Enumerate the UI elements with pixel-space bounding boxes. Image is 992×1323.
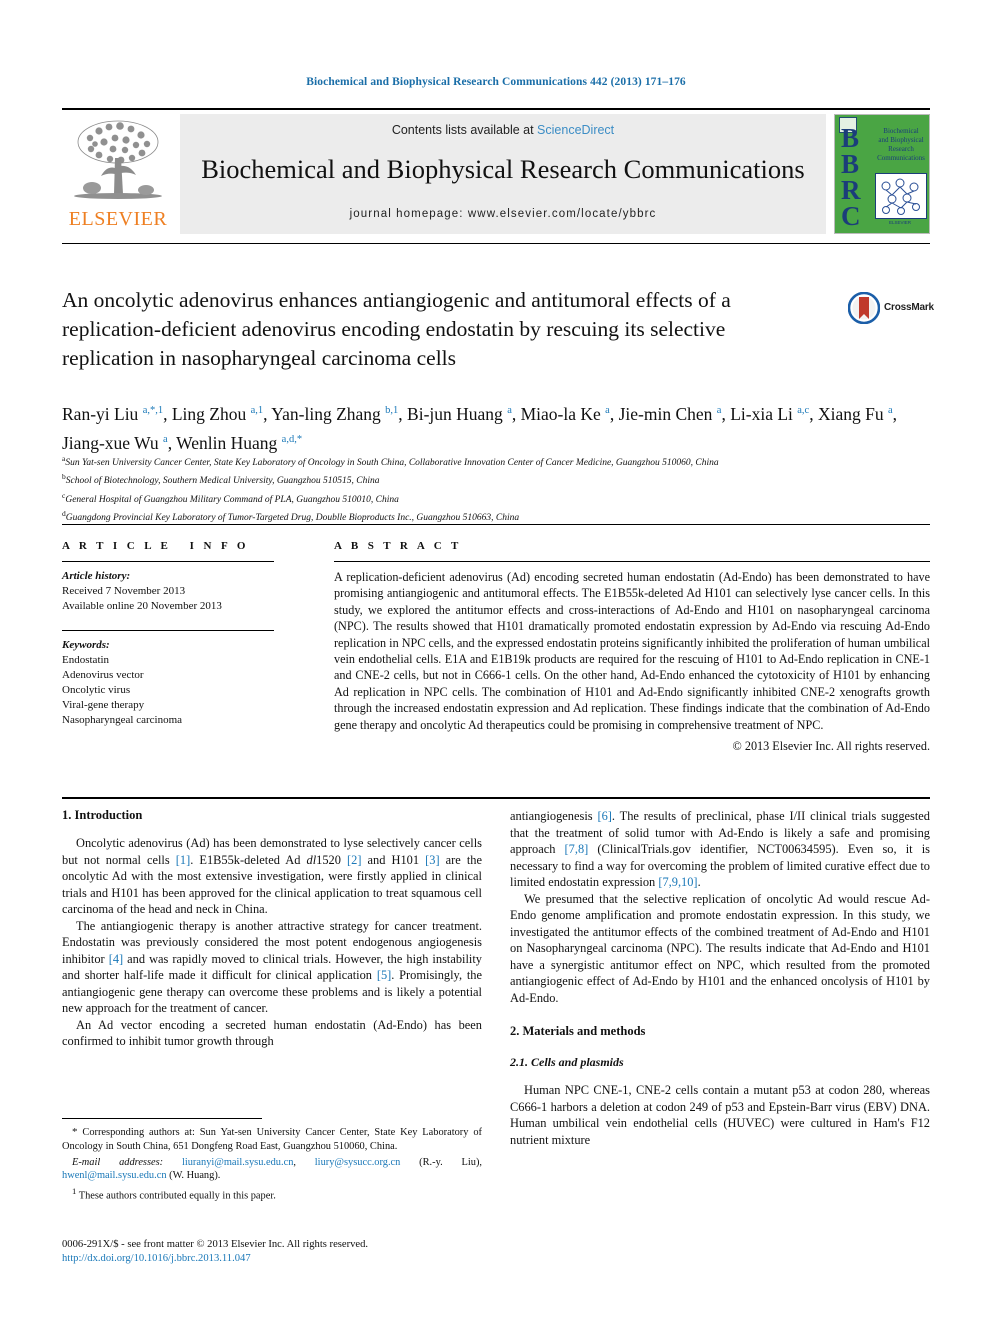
affiliation-item: dGuangdong Provincial Key Laboratory of … [62,509,520,524]
affiliation-marker: b [62,472,66,482]
author-list: Ran-yi Liu a,*,1, Ling Zhou a,1, Yan-lin… [62,403,898,453]
equal-contribution-note: 1 These authors contributed equally in t… [72,1186,276,1202]
methods-heading: 2. Materials and methods [510,1024,646,1038]
body-right-column: antiangiogenesis [6]. The results of pre… [510,808,930,1148]
running-head: Biochemical and Biophysical Research Com… [306,76,686,88]
journal-homepage-link[interactable]: journal homepage: www.elsevier.com/locat… [180,208,826,220]
keywords-label: Keywords: [62,639,110,651]
cover-journal-title: Biochemical and Biophysical Research Commun… [877,127,925,162]
keyword-item: Oncolytic virus [62,684,131,696]
intro-paragraph-3: An Ad vector encoding a secreted human e… [62,1017,482,1049]
banner-center-box: Contents lists available at ScienceDirec… [180,114,826,234]
keyword-item: Adenovirus vector [62,669,144,681]
affiliation-marker: d [62,509,66,519]
affiliation-item: aSun Yat-sen University Cancer Center, S… [62,454,719,469]
info-panel-top-divider [62,524,930,525]
elsevier-wordmark: ELSEVIER [68,208,168,230]
affiliation-list: aSun Yat-sen University Cancer Center, S… [62,452,930,525]
crossmark-label: CrossMark [884,302,934,313]
journal-banner: ELSEVIER Contents lists available at Sci… [62,108,930,234]
cover-publisher-mark: ELSEVIER [888,220,911,225]
elsevier-tree-icon [68,116,168,208]
affiliation-item: bSchool of Biotechnology, Southern Medic… [62,472,380,487]
abstract-heading: A B S T R A C T [334,540,462,552]
crossmark-badge[interactable]: CrossMark [847,291,934,326]
intro-paragraph-3-cont: antiangiogenesis [6]. The results of pre… [510,809,930,889]
journal-cover-thumbnail[interactable]: BBRC Biochemical and Biophysical Research C… [834,114,930,234]
affiliation-marker: c [62,490,66,500]
affiliation-item: cGeneral Hospital of Guangzhou Military … [62,490,399,505]
abstract-rule [334,561,930,562]
article-history-received: Received 7 November 2013 [62,585,186,597]
crossmark-icon [847,291,881,325]
article-page: Biochemical and Biophysical Research Com… [0,0,992,1323]
keywords-block: Keywords: Endostatin Adenovirus vector O… [62,630,274,728]
journal-title: Biochemical and Biophysical Research Com… [201,154,805,184]
article-history-block: Article history: Received 7 November 201… [62,569,274,614]
abstract-copyright: © 2013 Elsevier Inc. All rights reserved… [732,739,930,754]
methods-subheading: 2.1. Cells and plasmids [510,1055,624,1069]
footnote-block: * Corresponding authors at: Sun Yat-sen … [62,1126,482,1205]
cover-bbrc-letters: BBRC [841,123,861,231]
corresponding-author-note: * Corresponding authors at: Sun Yat-sen … [62,1126,482,1152]
intro-paragraph-4: We presumed that the selective replicati… [510,891,930,1005]
keyword-item: Endostatin [62,654,110,666]
body-left-column: 1. Introduction Oncolytic adenovirus (Ad… [62,808,482,1050]
affiliation-marker: a [62,454,66,463]
contents-prefix: Contents lists available at [391,123,538,137]
keyword-item: Viral-gene therapy [62,699,145,711]
footnote-divider [62,1118,262,1119]
article-info-heading: A R T I C L E I N F O [62,540,249,552]
doi-link[interactable]: http://dx.doi.org/10.1016/j.bbrc.2013.11… [62,1252,492,1266]
article-history-label: Article history: [62,570,131,582]
article-history-online: Available online 20 November 2013 [62,600,222,612]
info-panel-bottom-divider [62,797,930,799]
article-info-column: A R T I C L E I N F O Article history: R… [62,540,274,728]
email-addresses-note: E-mail addresses: liuranyi@mail.sysu.edu… [62,1156,483,1182]
issn-footer: 0006-291X/$ - see front matter © 2013 El… [62,1238,492,1266]
intro-paragraph-2: The antiangiogenic therapy is another at… [62,918,482,1016]
keywords-rule [62,630,274,631]
introduction-heading: 1. Introduction [62,808,143,822]
cover-artwork-icon [875,173,927,219]
abstract-column: A B S T R A C T A replication-deficient … [334,540,930,754]
sciencedirect-link[interactable]: ScienceDirect [537,123,614,137]
title-divider [62,243,930,244]
elsevier-logo: ELSEVIER [62,114,174,234]
article-title: An oncolytic adenovirus enhances antiang… [62,288,731,370]
keyword-item: Nasopharyngeal carcinoma [62,714,183,726]
methods-paragraph-1: Human NPC CNE-1, CNE-2 cells contain a m… [510,1083,930,1147]
front-matter-line: 0006-291X/$ - see front matter © 2013 El… [62,1239,369,1250]
intro-paragraph-1: Oncolytic adenovirus (Ad) has been demon… [62,836,482,916]
article-info-rule [62,561,274,562]
contents-available-line: Contents lists available at ScienceDirec… [180,123,826,137]
abstract-text: A replication-deficient adenovirus (Ad) … [334,570,930,732]
